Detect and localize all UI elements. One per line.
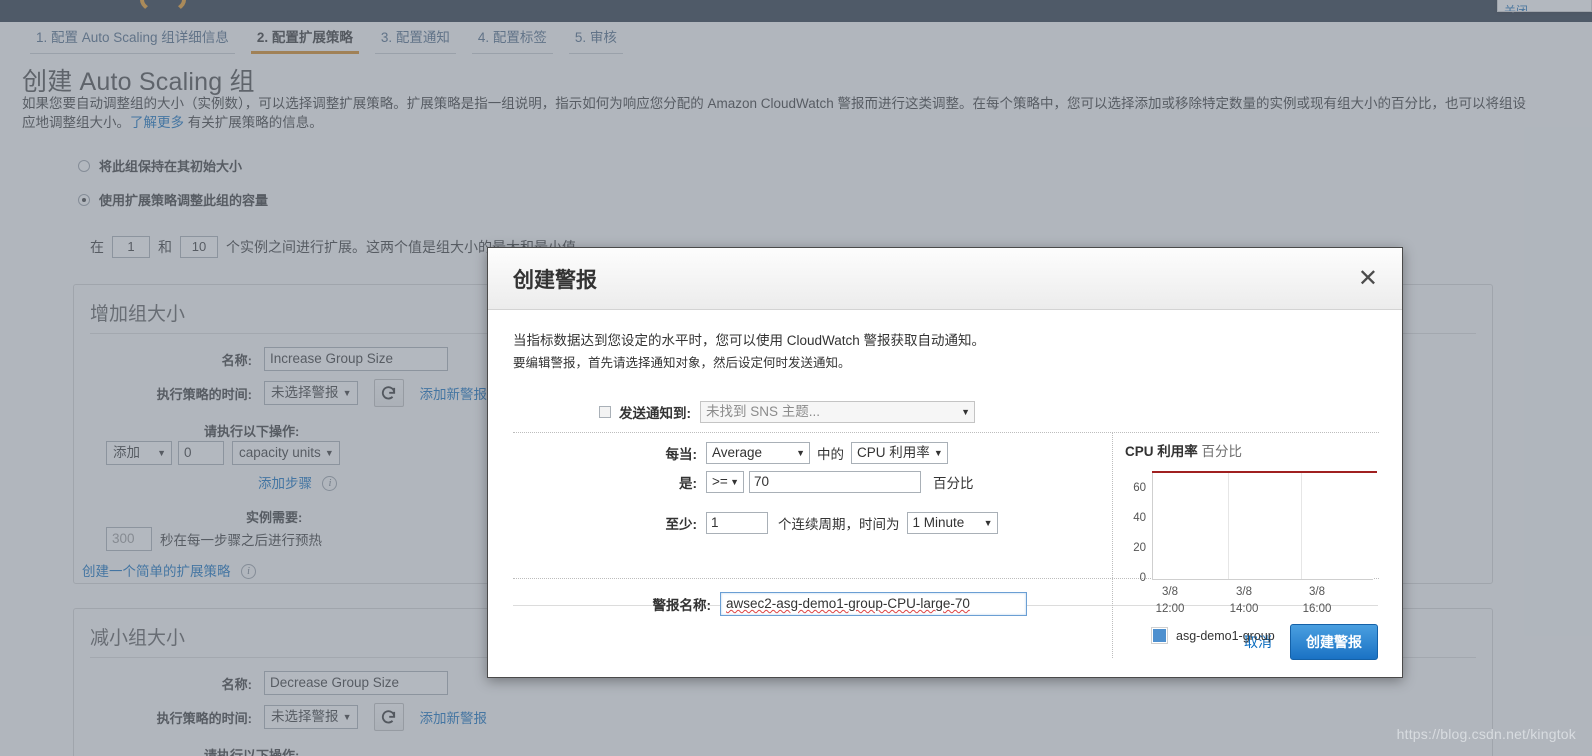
chart-gridline [1301, 472, 1302, 579]
chart-plot-area [1152, 471, 1377, 580]
alarm-name-value: awsec2-asg-demo1-group-CPU-large-70 [726, 596, 970, 611]
chart-xtick-1-time: 12:00 [1155, 603, 1185, 615]
chart-title-metric: CPU 利用率 [1125, 444, 1198, 459]
chevron-down-icon: ▼ [730, 477, 739, 487]
evaluation-periods-row: 至少: 1 个连续周期，时间为 1 Minute ▼ [645, 512, 998, 534]
chart-xtick-2-date: 3/8 [1236, 586, 1252, 598]
chart-ytick-0: 0 [1139, 572, 1146, 584]
sns-topic-select[interactable]: 未找到 SNS 主题... ▼ [700, 401, 975, 423]
chevron-down-icon: ▼ [961, 407, 970, 417]
chart-xtick-3-time: 16:00 [1302, 603, 1332, 615]
alarm-name-label: 警报名称: [652, 598, 712, 613]
chart-y-axis: 60 40 20 0 [1125, 472, 1151, 584]
close-icon[interactable]: ✕ [1358, 266, 1378, 291]
chart-xtick-2: 3/8 14:00 [1230, 584, 1259, 618]
whenever-middle-text: 中的 [817, 447, 844, 462]
dialog-title: 创建警报 [513, 268, 597, 292]
dialog-intro-line1: 当指标数据达到您设定的水平时，您可以使用 CloudWatch 警报获取自动通知… [513, 333, 986, 348]
metric-select[interactable]: CPU 利用率 ▼ [851, 442, 948, 464]
threshold-row: 是: >= ▼ 70 百分比 [645, 471, 981, 493]
dialog-vertical-separator [1112, 432, 1113, 658]
dialog-body: 当指标数据达到您设定的水平时，您可以使用 CloudWatch 警报获取自动通知… [488, 310, 1402, 658]
chevron-down-icon: ▼ [796, 448, 805, 458]
chart-gridline [1228, 472, 1229, 579]
period-length-select[interactable]: 1 Minute ▼ [906, 512, 998, 534]
metric-preview-chart: CPU 利用率 百分比 60 40 20 0 3/8 12:00 3/8 14:… [1125, 440, 1385, 650]
chart-xtick-3: 3/8 16:00 [1303, 584, 1332, 618]
chevron-down-icon: ▼ [983, 518, 993, 528]
chart-xtick-2-time: 14:00 [1229, 603, 1259, 615]
chart-title-unit: 百分比 [1201, 444, 1243, 459]
chart-ytick-60: 60 [1133, 482, 1146, 494]
dialog-separator-top [513, 432, 1379, 433]
threshold-input[interactable]: 70 [749, 471, 921, 493]
threshold-unit-label: 百分比 [933, 476, 974, 491]
period-length-value: 1 Minute [912, 515, 965, 530]
chart-plot-wrap: 60 40 20 0 3/8 12:00 3/8 14:00 3/8 16:00… [1125, 471, 1377, 644]
is-label: 是: [679, 476, 697, 491]
statistic-value: Average [712, 445, 763, 460]
watermark: https://blog.csdn.net/kingtok [1396, 726, 1576, 742]
chart-ytick-20: 20 [1133, 542, 1146, 554]
metric-value: CPU 利用率 [857, 445, 930, 460]
periods-input[interactable]: 1 [706, 512, 768, 534]
statistic-select[interactable]: Average ▼ [706, 442, 810, 464]
periods-middle-text: 个连续周期，时间为 [778, 517, 900, 532]
chart-title: CPU 利用率 百分比 [1125, 440, 1385, 460]
dialog-intro: 当指标数据达到您设定的水平时，您可以使用 CloudWatch 警报获取自动通知… [513, 330, 1378, 374]
alarm-name-input[interactable]: awsec2-asg-demo1-group-CPU-large-70 [720, 592, 1027, 616]
chart-legend-label: asg-demo1-group [1176, 628, 1275, 643]
whenever-row: 每当: Average ▼ 中的 CPU 利用率 ▼ [645, 442, 948, 464]
comparison-operator-select[interactable]: >= ▼ [706, 471, 744, 493]
chart-xtick-1-date: 3/8 [1162, 586, 1178, 598]
alarm-name-row: 警报名称: awsec2-asg-demo1-group-CPU-large-7… [645, 592, 1027, 616]
whenever-label: 每当: [665, 447, 698, 462]
send-notification-checkbox[interactable] [599, 406, 611, 418]
chart-legend-swatch [1151, 627, 1168, 644]
chart-threshold-line [1152, 471, 1377, 473]
chart-x-axis: 3/8 12:00 3/8 14:00 3/8 16:00 [1152, 584, 1373, 620]
dialog-header: 创建警报 ✕ [488, 248, 1402, 310]
create-alarm-dialog: 创建警报 ✕ 当指标数据达到您设定的水平时，您可以使用 CloudWatch 警… [487, 247, 1403, 678]
atleast-label: 至少: [665, 517, 698, 532]
send-notification-row: 发送通知到: 未找到 SNS 主题... ▼ [599, 401, 975, 423]
dialog-intro-line2: 要编辑警报，首先请选择通知对象，然后设定何时发送通知。 [513, 356, 851, 370]
comparison-operator-value: >= [712, 474, 728, 489]
chart-ytick-40: 40 [1133, 512, 1146, 524]
chevron-down-icon: ▼ [933, 448, 943, 458]
chart-legend: asg-demo1-group [1151, 627, 1275, 644]
chart-xtick-3-date: 3/8 [1309, 586, 1325, 598]
chart-xtick-1: 3/8 12:00 [1156, 584, 1185, 618]
sns-topic-value: 未找到 SNS 主题... [706, 404, 821, 419]
send-notification-label: 发送通知到: [619, 406, 691, 421]
